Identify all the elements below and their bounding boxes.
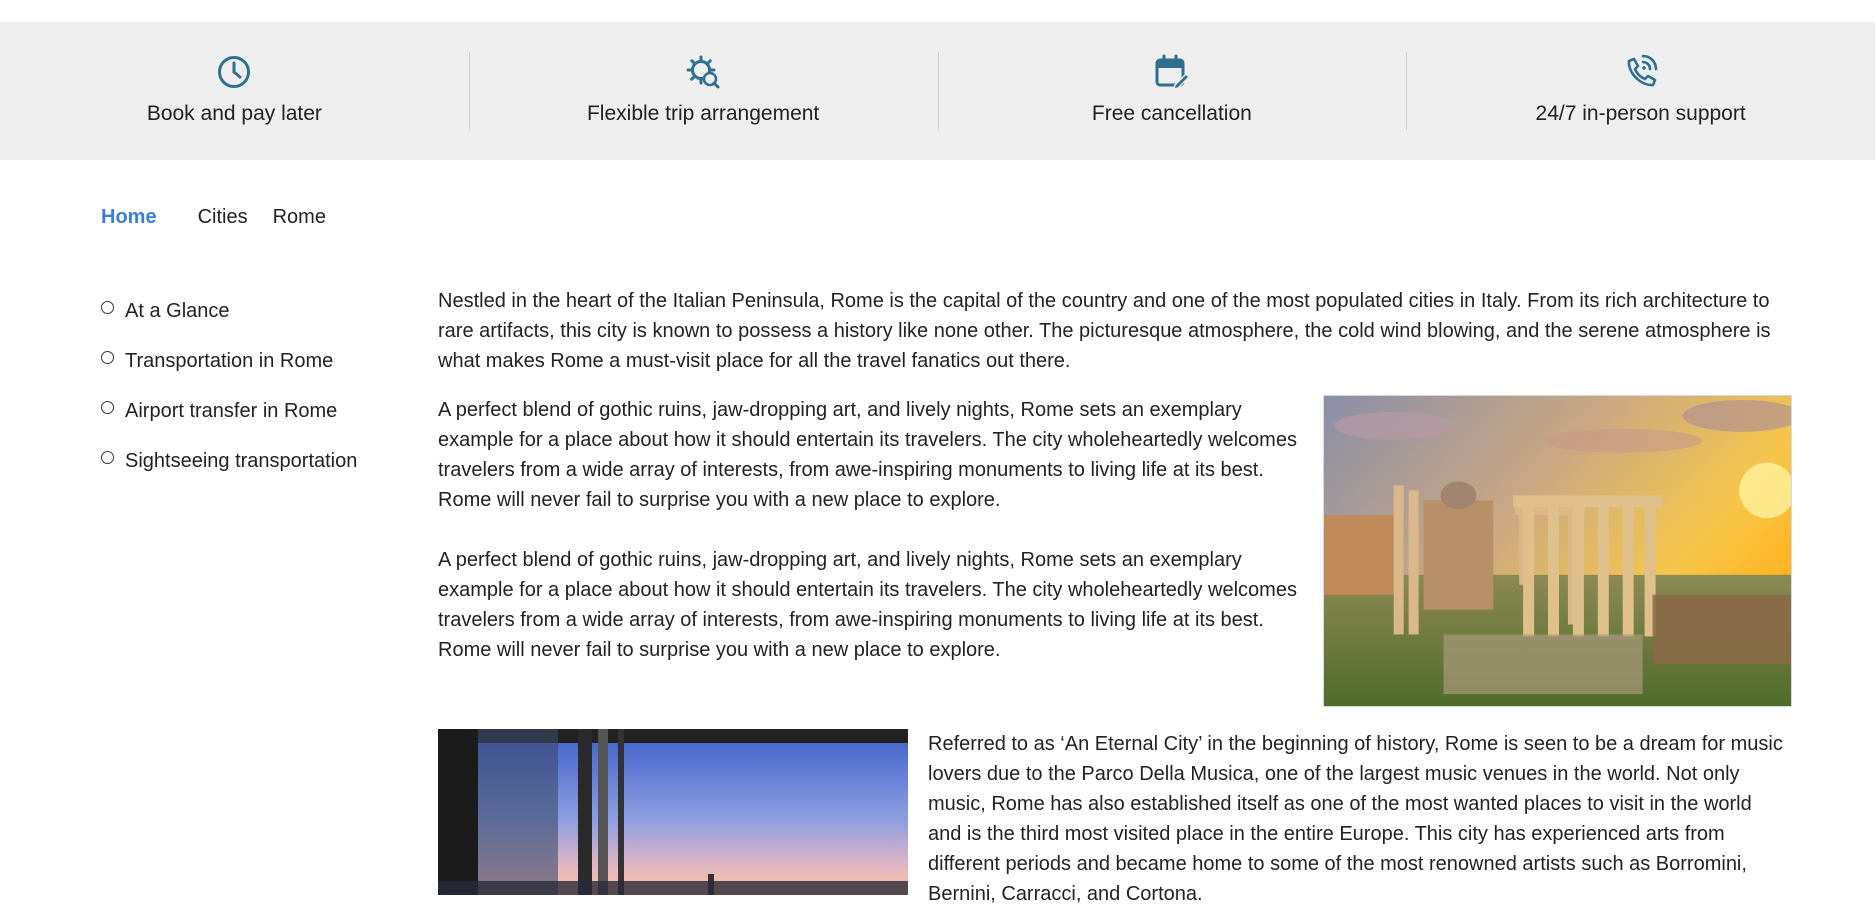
feature-label: Free cancellation	[1091, 102, 1252, 125]
breadcrumb-current: Rome	[272, 206, 326, 228]
breadcrumb: Home Cities Rome	[101, 206, 326, 229]
toc-item-label: Transportation in Rome	[125, 349, 334, 372]
feature-label: Book and pay later	[146, 102, 322, 125]
rome-window-view-image	[438, 729, 908, 895]
feature-flexible-trip: Flexible trip arrangement	[468, 22, 938, 160]
phone-wifi-icon	[1621, 52, 1661, 92]
radio-icon[interactable]	[101, 300, 114, 314]
body-paragraph: A perfect blend of gothic ruins, jaw-dro…	[438, 549, 1297, 661]
body-paragraph: A perfect blend of gothic ruins, jaw-dro…	[438, 399, 1297, 511]
feature-free-cancellation: Free cancellation	[937, 22, 1407, 160]
table-of-contents: At a Glance Transportation in Rome Airpo…	[101, 286, 357, 486]
intro-paragraph: Nestled in the heart of the Italian Peni…	[438, 290, 1771, 372]
breadcrumb-home-link[interactable]: Home	[101, 206, 157, 229]
feature-support: 24/7 in-person support	[1406, 22, 1875, 160]
feature-label: 24/7 in-person support	[1535, 102, 1746, 125]
clock-icon	[214, 52, 254, 92]
toc-item-label: At a Glance	[125, 299, 230, 322]
toc-item-sightseeing[interactable]: Sightseeing transportation	[101, 436, 357, 486]
toc-item-label: Airport transfer in Rome	[125, 399, 338, 422]
radio-icon[interactable]	[101, 400, 114, 414]
features-bar: Book and pay later Flexible trip arrange…	[0, 22, 1875, 160]
radio-icon[interactable]	[101, 450, 114, 464]
toc-item-transportation[interactable]: Transportation in Rome	[101, 336, 357, 386]
body-paragraph: Referred to as ‘An Eternal City’ in the …	[928, 733, 1783, 905]
breadcrumb-cities-link[interactable]: Cities	[198, 206, 248, 229]
toc-item-airport-transfer[interactable]: Airport transfer in Rome	[101, 386, 357, 436]
radio-icon[interactable]	[101, 350, 114, 364]
toc-item-label: Sightseeing transportation	[125, 449, 358, 472]
feature-book-pay-later: Book and pay later	[0, 22, 469, 160]
calendar-edit-icon	[1152, 52, 1192, 92]
roman-forum-image	[1323, 395, 1792, 707]
gear-search-icon	[683, 52, 723, 92]
toc-item-at-a-glance[interactable]: At a Glance	[101, 286, 357, 336]
feature-label: Flexible trip arrangement	[586, 102, 820, 125]
